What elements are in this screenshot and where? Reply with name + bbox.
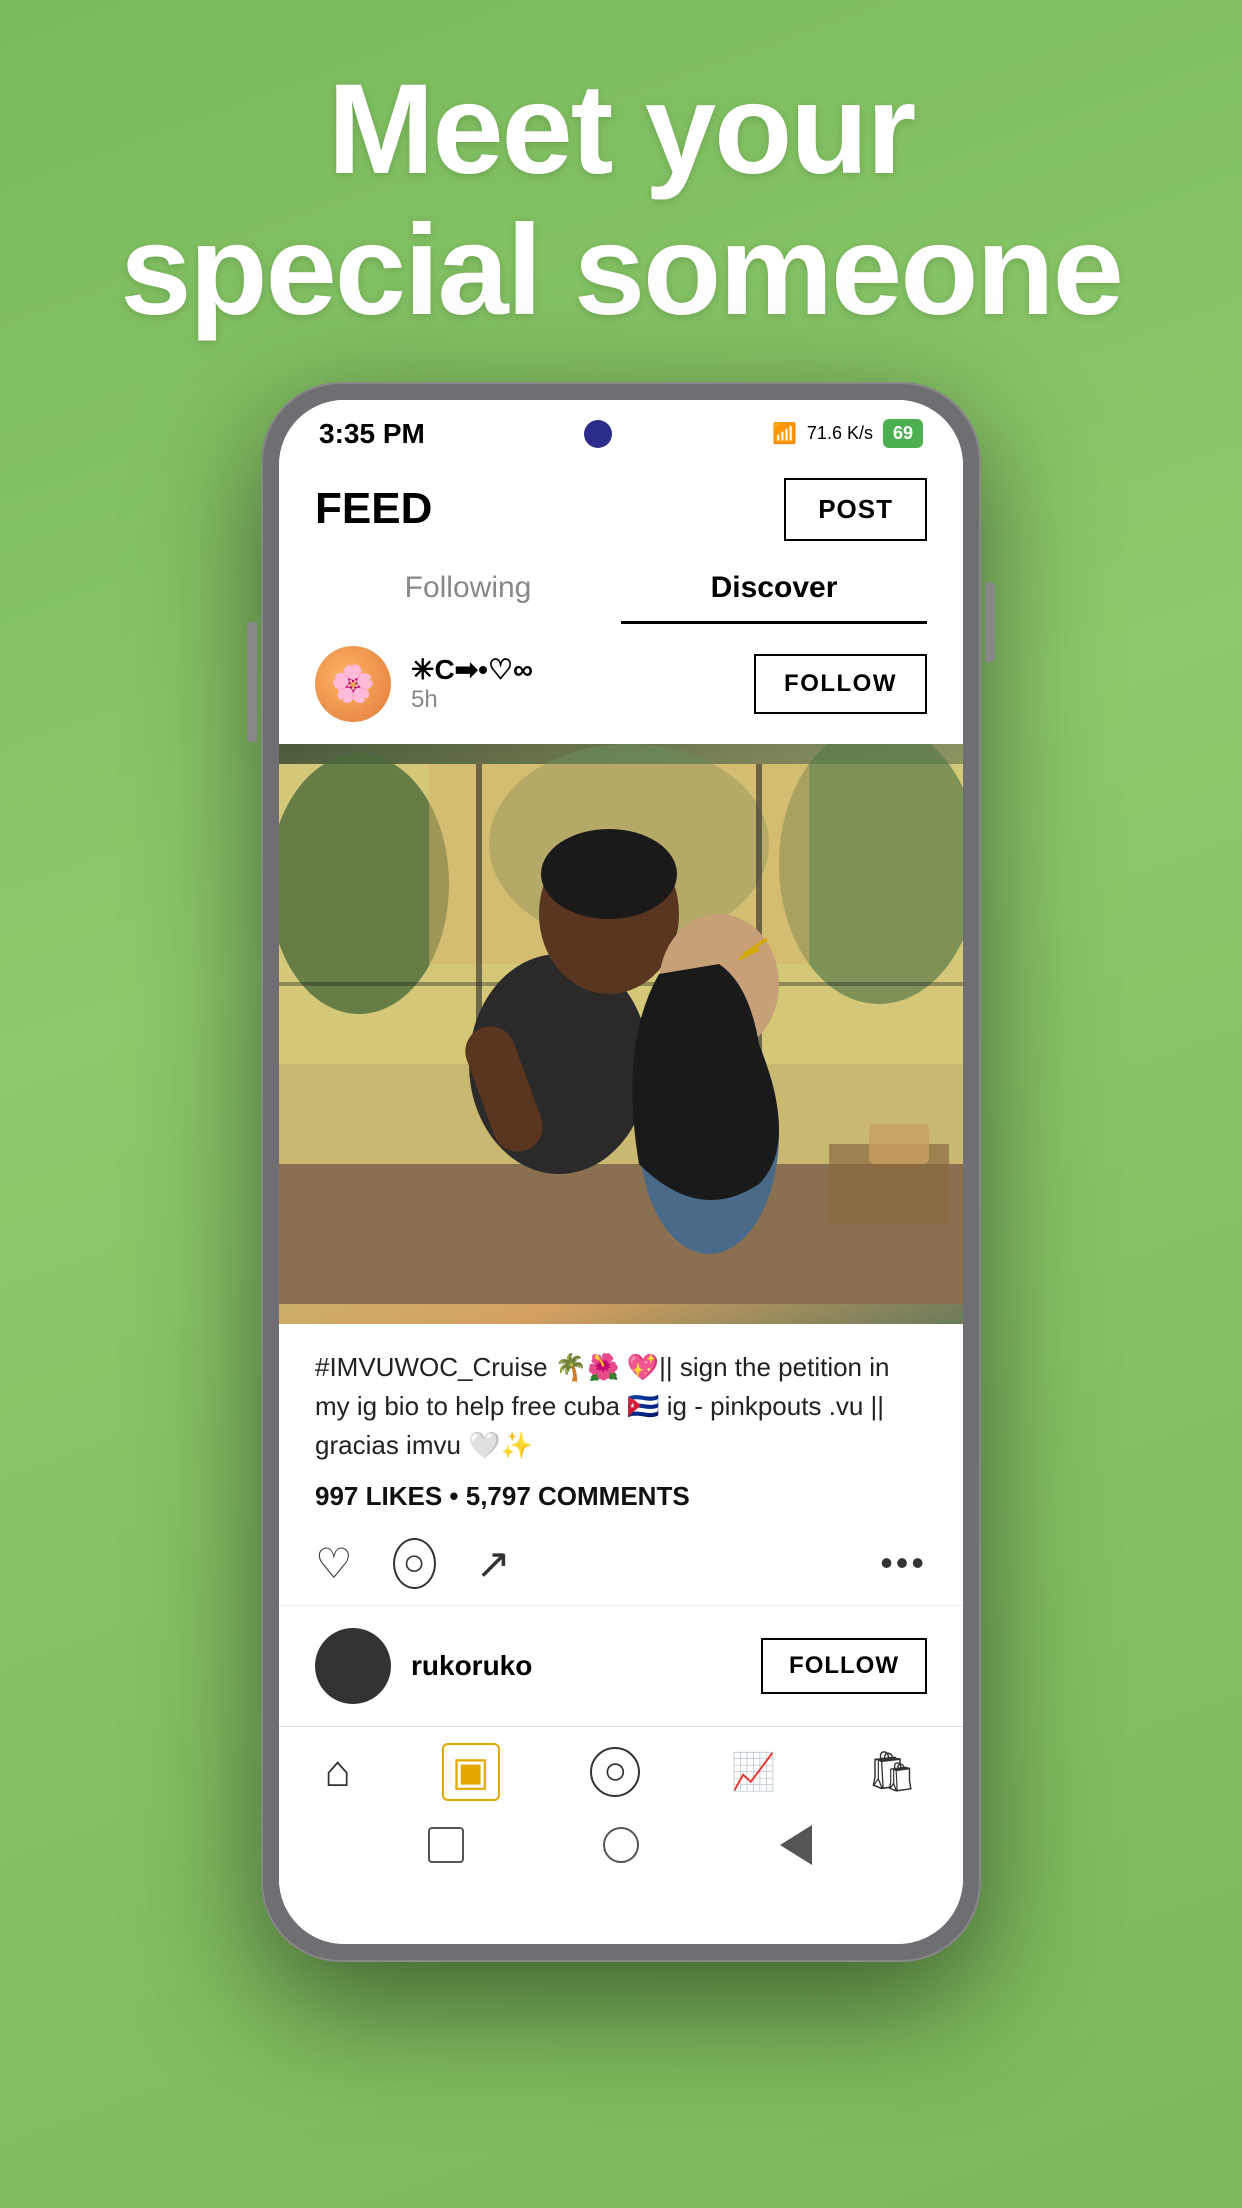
nav-trending[interactable]: 📈	[731, 1751, 776, 1793]
tab-following[interactable]: Following	[315, 551, 621, 624]
post-image-svg	[279, 744, 963, 1324]
tab-discover[interactable]: Discover	[621, 551, 927, 624]
follow-button[interactable]: FOLLOW	[754, 654, 927, 714]
back-button[interactable]	[774, 1823, 818, 1867]
nav-shop[interactable]: 🛍	[867, 1748, 918, 1795]
nav-chat[interactable]: ○	[590, 1747, 640, 1797]
share-button[interactable]: ↗	[476, 1539, 511, 1588]
square-icon	[428, 1827, 464, 1863]
home-button[interactable]	[599, 1823, 643, 1867]
avatar-image: 🌸	[315, 646, 391, 722]
phone-shell: 3:35 PM 📶 71.6 K/s 69 FEED POST Followin…	[261, 382, 981, 1962]
comments-count: 5,797 COMMENTS	[466, 1481, 690, 1511]
phone-screen: 3:35 PM 📶 71.6 K/s 69 FEED POST Followin…	[279, 400, 963, 1944]
chat-icon: ○	[590, 1747, 640, 1797]
hero-line1: Meet your	[120, 60, 1122, 201]
feed-tabs: Following Discover	[279, 541, 963, 624]
nav-feed[interactable]: ▣	[442, 1743, 500, 1801]
next-follow-button[interactable]: FOLLOW	[761, 1638, 927, 1694]
status-time: 3:35 PM	[319, 418, 425, 450]
feed-icon: ▣	[442, 1743, 500, 1801]
heart-icon: ♡	[315, 1539, 353, 1588]
comment-button[interactable]: ○	[393, 1538, 436, 1589]
hero-line2: special someone	[120, 201, 1122, 342]
next-post-row: rukoruko FOLLOW	[279, 1606, 963, 1726]
power-button	[247, 622, 257, 742]
comment-icon: ○	[393, 1538, 436, 1589]
front-camera	[584, 420, 612, 448]
status-icons: 📶 71.6 K/s 69	[772, 419, 923, 448]
home-icon: ⌂	[324, 1747, 351, 1797]
trending-icon: 📈	[731, 1751, 776, 1793]
circle-icon	[603, 1827, 639, 1863]
post-time: 5h	[411, 686, 754, 714]
next-username[interactable]: rukoruko	[411, 1650, 532, 1682]
shop-icon: 🛍	[867, 1748, 918, 1795]
wifi-icon: 📶	[772, 421, 797, 446]
post-button[interactable]: POST	[784, 478, 927, 541]
post-image	[279, 744, 963, 1324]
share-icon: ↗	[476, 1539, 511, 1588]
avatar[interactable]: 🌸	[315, 646, 391, 722]
post-user-row: 🌸 ✳C➡•♡∞ 5h FOLLOW	[279, 624, 963, 744]
android-nav-bar	[279, 1809, 963, 1881]
volume-button	[985, 582, 995, 662]
action-row: ♡ ○ ↗ •••	[279, 1528, 963, 1606]
likes-row: 997 LIKES • 5,797 COMMENTS	[279, 1481, 963, 1528]
feed-title: FEED	[315, 484, 432, 534]
app-content: FEED POST Following Discover 🌸 ✳C➡•♡∞	[279, 458, 963, 1944]
next-avatar	[315, 1628, 391, 1704]
post-caption: #IMVUWOC_Cruise 🌴🌺 💖|| sign the petition…	[279, 1324, 963, 1481]
signal-speed: 71.6 K/s	[807, 423, 873, 444]
status-bar: 3:35 PM 📶 71.6 K/s 69	[279, 400, 963, 458]
recents-button[interactable]	[424, 1823, 468, 1867]
battery-indicator: 69	[883, 419, 923, 448]
more-options[interactable]: •••	[880, 1542, 927, 1584]
bottom-nav: ⌂ ▣ ○ 📈 🛍	[279, 1726, 963, 1809]
feed-header: FEED POST	[279, 458, 963, 541]
nav-home[interactable]: ⌂	[324, 1747, 351, 1797]
triangle-icon	[780, 1825, 812, 1865]
separator: •	[449, 1481, 465, 1511]
post-username[interactable]: ✳C➡•♡∞	[411, 653, 754, 686]
like-button[interactable]: ♡	[315, 1539, 353, 1588]
likes-count: 997 LIKES	[315, 1481, 442, 1511]
user-info: ✳C➡•♡∞ 5h	[411, 653, 754, 714]
hero-section: Meet your special someone	[120, 60, 1122, 342]
